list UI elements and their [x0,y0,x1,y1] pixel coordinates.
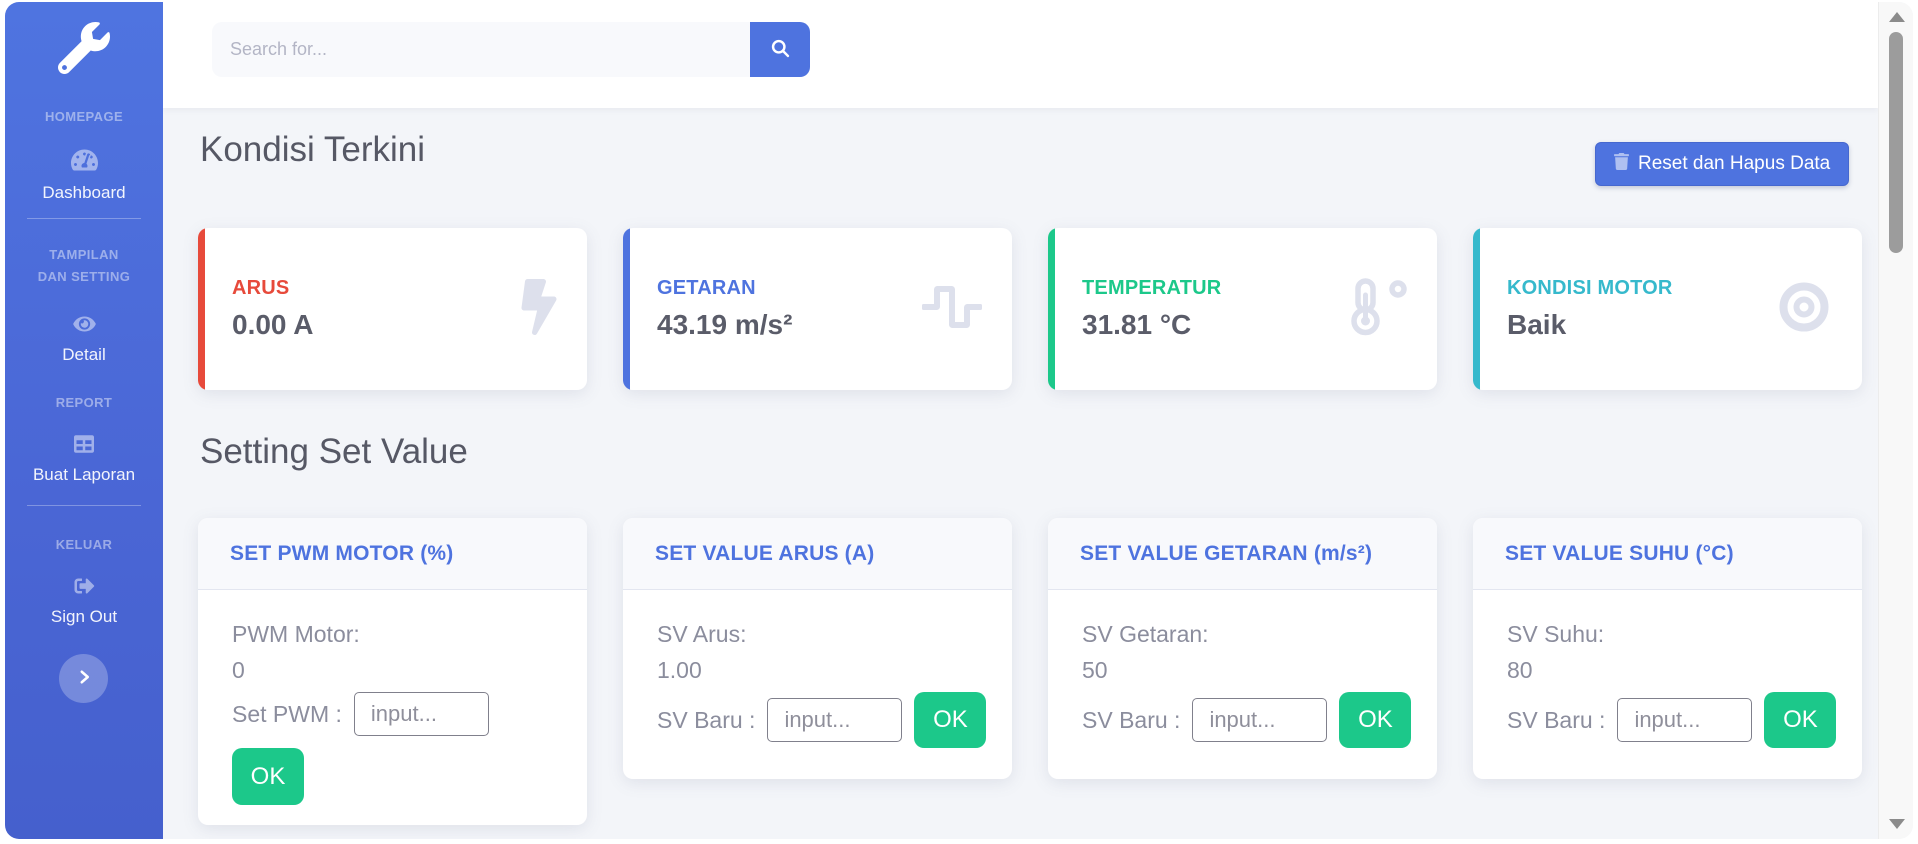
kpi-label: TEMPERATUR [1082,277,1343,300]
search-form [212,22,810,77]
current-value: 1.00 [657,652,988,688]
current-value-label: SV Suhu: [1507,616,1838,652]
current-value-label: SV Getaran: [1082,616,1413,652]
setting-card-sv-arus: SET VALUE ARUS (A) SV Arus: 1.00 SV Baru… [623,518,1012,779]
ok-button-getaran[interactable]: OK [1339,692,1411,748]
bullseye-icon [1776,279,1832,340]
current-value: 0 [232,652,563,688]
wrench-icon [58,61,110,78]
current-value-label: SV Arus: [657,616,988,652]
sv-getaran-input[interactable] [1192,698,1327,742]
setting-card-title: SET VALUE ARUS (A) [655,542,874,566]
section-title-setting: Setting Set Value [200,432,468,472]
setting-card-title: SET VALUE GETARAN (m/s²) [1080,542,1372,566]
kpi-card-temperatur: TEMPERATUR 31.81 °C [1048,228,1437,390]
sidebar-item-detail[interactable]: Detail [5,314,163,365]
kpi-label: GETARAN [657,277,922,300]
current-value: 80 [1507,652,1838,688]
sidebar-brand[interactable] [5,22,163,79]
reset-data-button[interactable]: Reset dan Hapus Data [1595,142,1849,186]
sidebar-item-buat-laporan[interactable]: Buat Laporan [5,434,163,485]
app-window: HOMEPAGE Dashboard TAMPILAN DAN SETTING … [5,2,1913,839]
input-label: SV Baru : [657,707,755,734]
kpi-value: 31.81 °C [1082,309,1343,341]
sign-out-icon [5,576,163,601]
table-icon [5,434,163,459]
input-label: SV Baru : [1082,707,1180,734]
sidebar-item-label: Detail [5,345,163,365]
input-label: Set PWM : [232,701,342,728]
square-wave-icon [922,283,982,336]
setting-card-sv-getaran: SET VALUE GETARAN (m/s²) SV Getaran: 50 … [1048,518,1437,779]
kpi-value: Baik [1507,309,1776,341]
sidebar-item-dashboard[interactable]: Dashboard [5,148,163,203]
sidebar-item-label: Buat Laporan [5,465,163,485]
ok-button-suhu[interactable]: OK [1764,692,1836,748]
eye-icon [5,314,163,339]
sidebar-heading-report: REPORT [5,392,163,414]
page-title: Kondisi Terkini [200,130,425,170]
thermometer-icon [1343,278,1407,341]
scrollbar[interactable] [1878,2,1913,839]
sidebar-heading-keluar: KELUAR [5,534,163,556]
trash-icon [1614,153,1629,176]
sidebar: HOMEPAGE Dashboard TAMPILAN DAN SETTING … [5,2,163,839]
kpi-label: ARUS [232,277,521,300]
reset-button-label: Reset dan Hapus Data [1638,153,1830,175]
scrollbar-thumb[interactable] [1889,32,1903,253]
sidebar-divider [27,505,141,506]
set-pwm-input[interactable] [354,692,489,736]
sv-arus-input[interactable] [767,698,902,742]
sidebar-heading-tampilan: TAMPILAN DAN SETTING [5,244,163,288]
sidebar-item-label: Sign Out [5,607,163,627]
sidebar-item-sign-out[interactable]: Sign Out [5,576,163,627]
kpi-card-row: ARUS 0.00 A GETARAN 43.19 m/s² T [198,228,1862,390]
bolt-icon [521,279,557,340]
sidebar-divider [27,218,141,219]
current-value-label: PWM Motor: [232,616,563,652]
sv-suhu-input[interactable] [1617,698,1752,742]
kpi-value: 0.00 A [232,309,521,341]
scrollbar-up-arrow[interactable] [1889,12,1905,22]
setting-card-pwm-motor: SET PWM MOTOR (%) PWM Motor: 0 Set PWM :… [198,518,587,825]
scrollbar-down-arrow[interactable] [1889,819,1905,829]
kpi-card-arus: ARUS 0.00 A [198,228,587,390]
kpi-card-getaran: GETARAN 43.19 m/s² [623,228,1012,390]
sidebar-item-label: Dashboard [5,183,163,203]
chevron-right-icon [75,668,93,689]
current-value: 50 [1082,652,1413,688]
sidebar-toggle-button[interactable] [59,654,108,703]
setting-card-title: SET VALUE SUHU (°C) [1505,542,1734,566]
kpi-value: 43.19 m/s² [657,309,922,341]
input-label: SV Baru : [1507,707,1605,734]
search-button[interactable] [750,22,810,77]
ok-button-arus[interactable]: OK [914,692,986,748]
setting-card-sv-suhu: SET VALUE SUHU (°C) SV Suhu: 80 SV Baru … [1473,518,1862,779]
sidebar-heading-homepage: HOMEPAGE [5,106,163,128]
kpi-card-kondisi-motor: KONDISI MOTOR Baik [1473,228,1862,390]
setting-card-title: SET PWM MOTOR (%) [230,542,454,566]
topbar [163,2,1878,108]
tachometer-icon [5,148,163,177]
ok-button-pwm[interactable]: OK [232,748,304,805]
kpi-label: KONDISI MOTOR [1507,277,1776,300]
search-icon [770,38,791,62]
setting-card-row: SET PWM MOTOR (%) PWM Motor: 0 Set PWM :… [198,518,1862,825]
search-input[interactable] [212,22,750,77]
